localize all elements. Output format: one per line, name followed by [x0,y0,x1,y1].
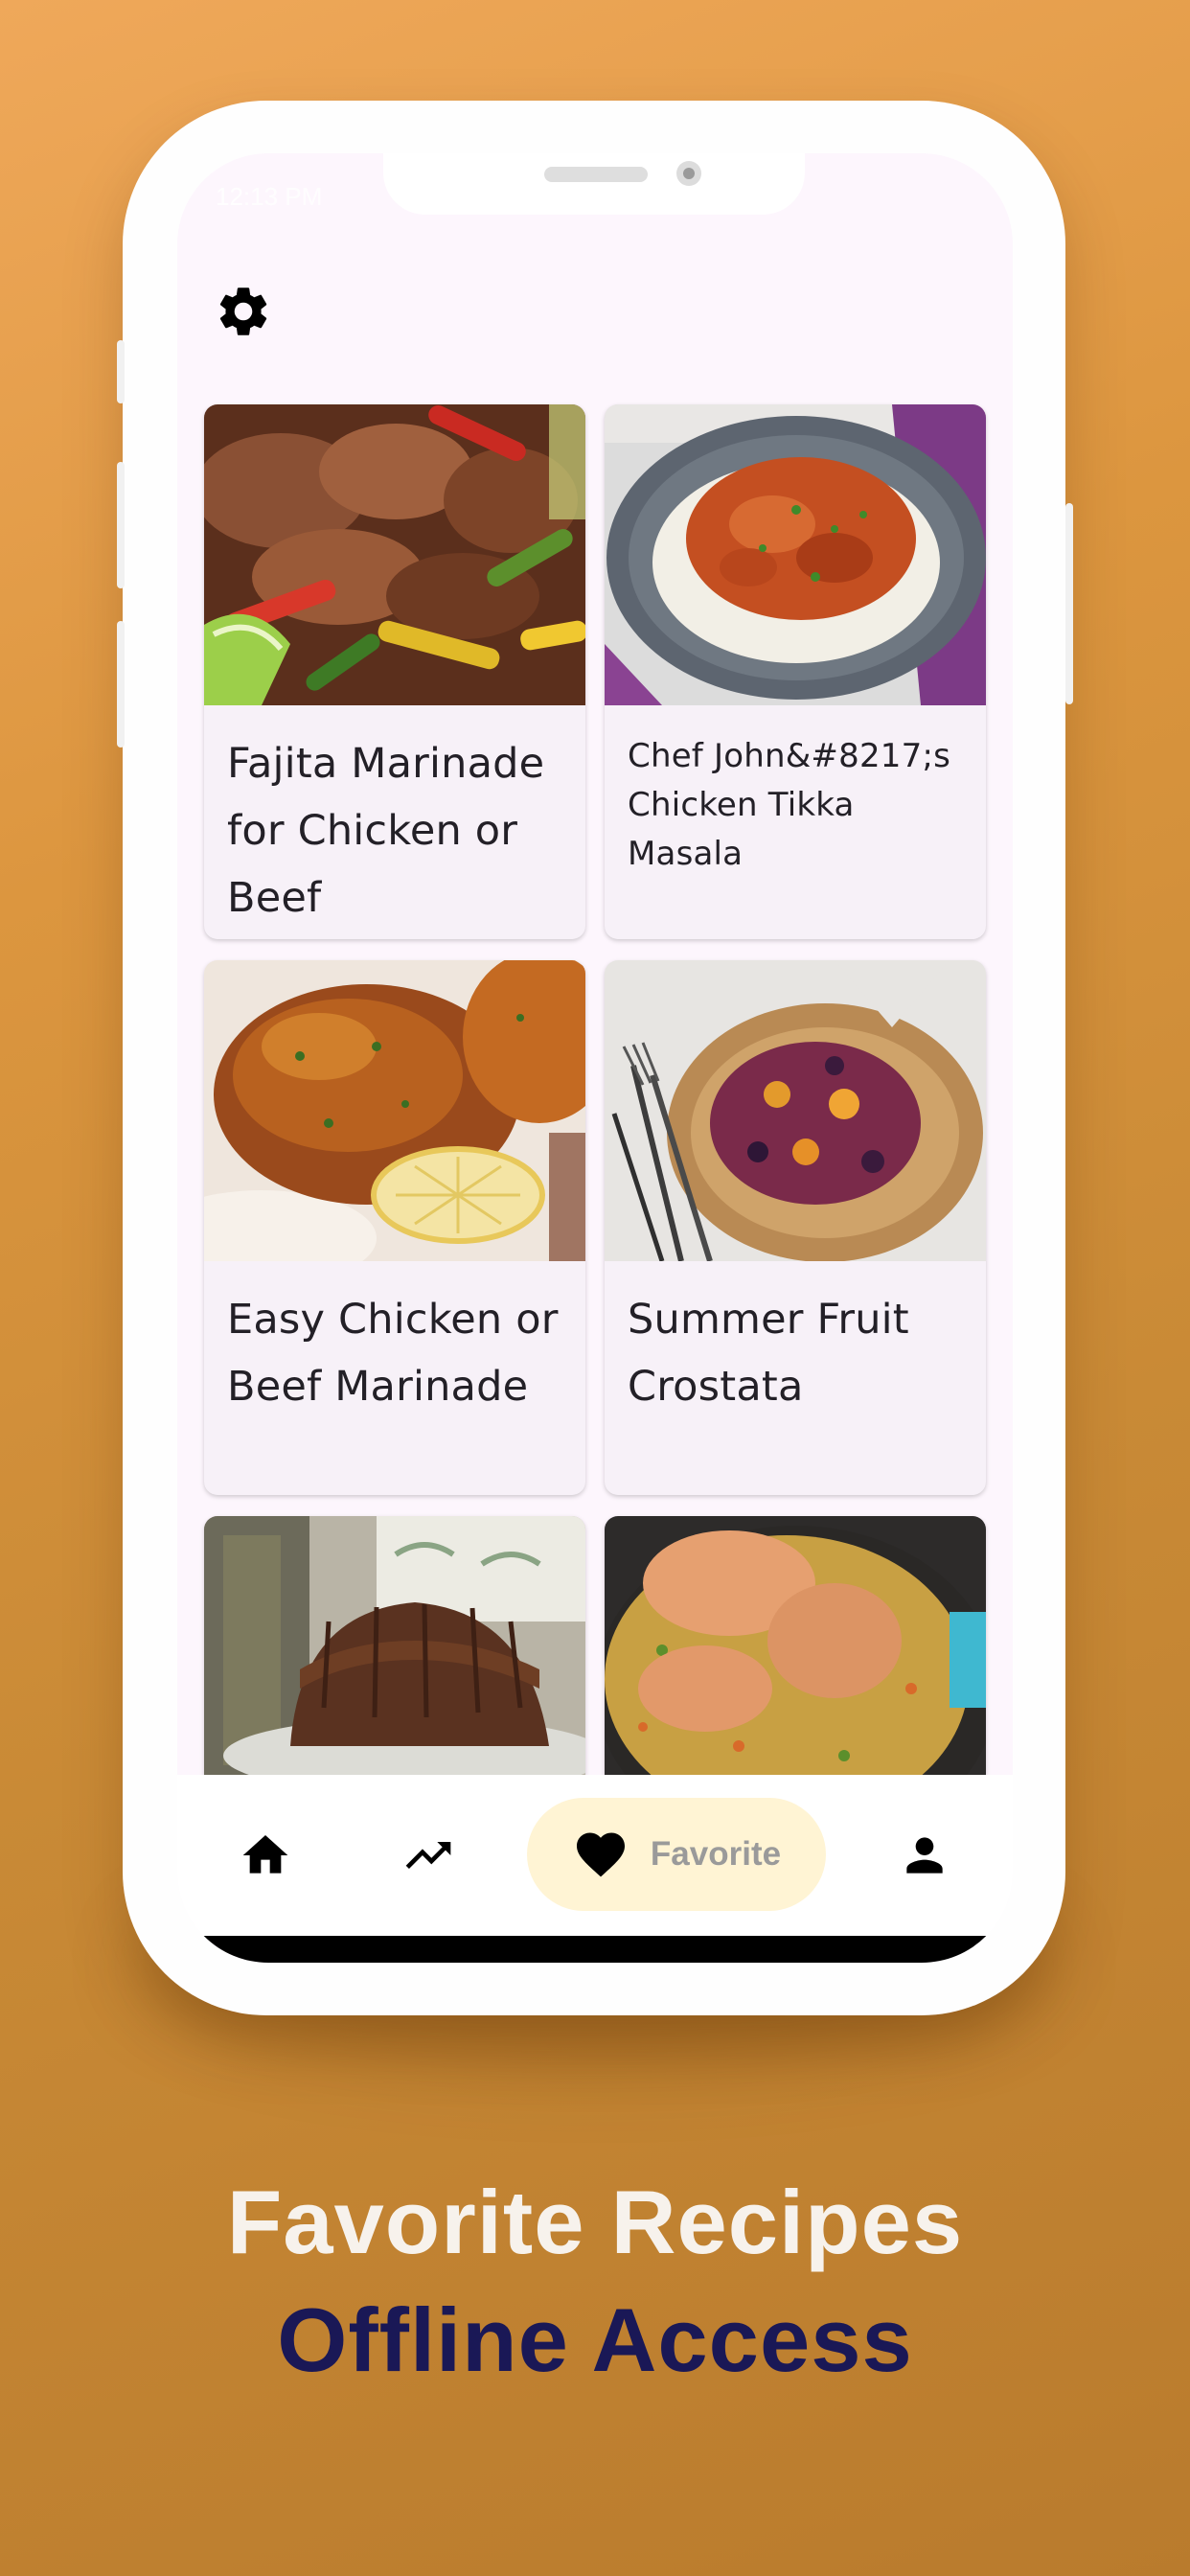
phone-side-button [1065,503,1073,704]
person-icon [906,1837,943,1874]
recipe-title: Fajita Marinade for Chicken or Beef [227,740,545,922]
gear-icon [219,288,267,335]
system-nav-bar [177,1936,1013,1963]
phone-speaker [544,167,648,182]
status-time: 12:13 PM [216,182,323,211]
bottom-navigation: Favorite [177,1775,1013,1936]
settings-button[interactable] [210,278,277,345]
trending-up-icon [405,1842,451,1869]
phone-camera [676,161,701,186]
recipe-card[interactable]: Chef John&#8217;s Chicken Tikka Masala [605,404,986,939]
phone-side-button [117,621,125,748]
recipe-title: Easy Chicken or Beef Marinade [227,1296,559,1411]
heart-icon [576,1832,625,1877]
recipe-title: Summer Fruit Crostata [628,1296,909,1411]
app-screen: 12:13 PM Fajita Marinade for Chicken or … [177,153,1013,1963]
recipe-image-crostata [605,960,986,1261]
nav-favorite[interactable]: Favorite [527,1798,826,1911]
nav-home[interactable] [227,1798,304,1913]
nav-trending[interactable] [390,1798,467,1913]
home-icon [242,1835,288,1874]
recipe-title: Chef John&#8217;s Chicken Tikka Masala [628,737,951,873]
recipe-image-tikka-masala [605,404,986,705]
recipe-image-glazed-chicken [204,960,585,1261]
recipe-card[interactable] [605,1516,986,1804]
recipe-image-bundt-cake [204,1516,585,1804]
phone-side-button [117,462,125,588]
nav-favorite-label: Favorite [650,1835,782,1873]
recipe-image-fajita [204,404,585,705]
nav-profile[interactable] [886,1798,963,1913]
recipe-card[interactable] [204,1516,585,1804]
recipe-card[interactable]: Easy Chicken or Beef Marinade [204,960,585,1495]
promo-headline: Favorite Recipes [226,2172,964,2272]
recipe-card[interactable]: Fajita Marinade for Chicken or Beef [204,404,585,939]
phone-notch [383,153,805,215]
recipe-image-chicken-rice [605,1516,986,1804]
recipe-card[interactable]: Summer Fruit Crostata [605,960,986,1495]
phone-side-button [117,340,125,403]
promo-subheadline: Offline Access [277,2289,913,2390]
